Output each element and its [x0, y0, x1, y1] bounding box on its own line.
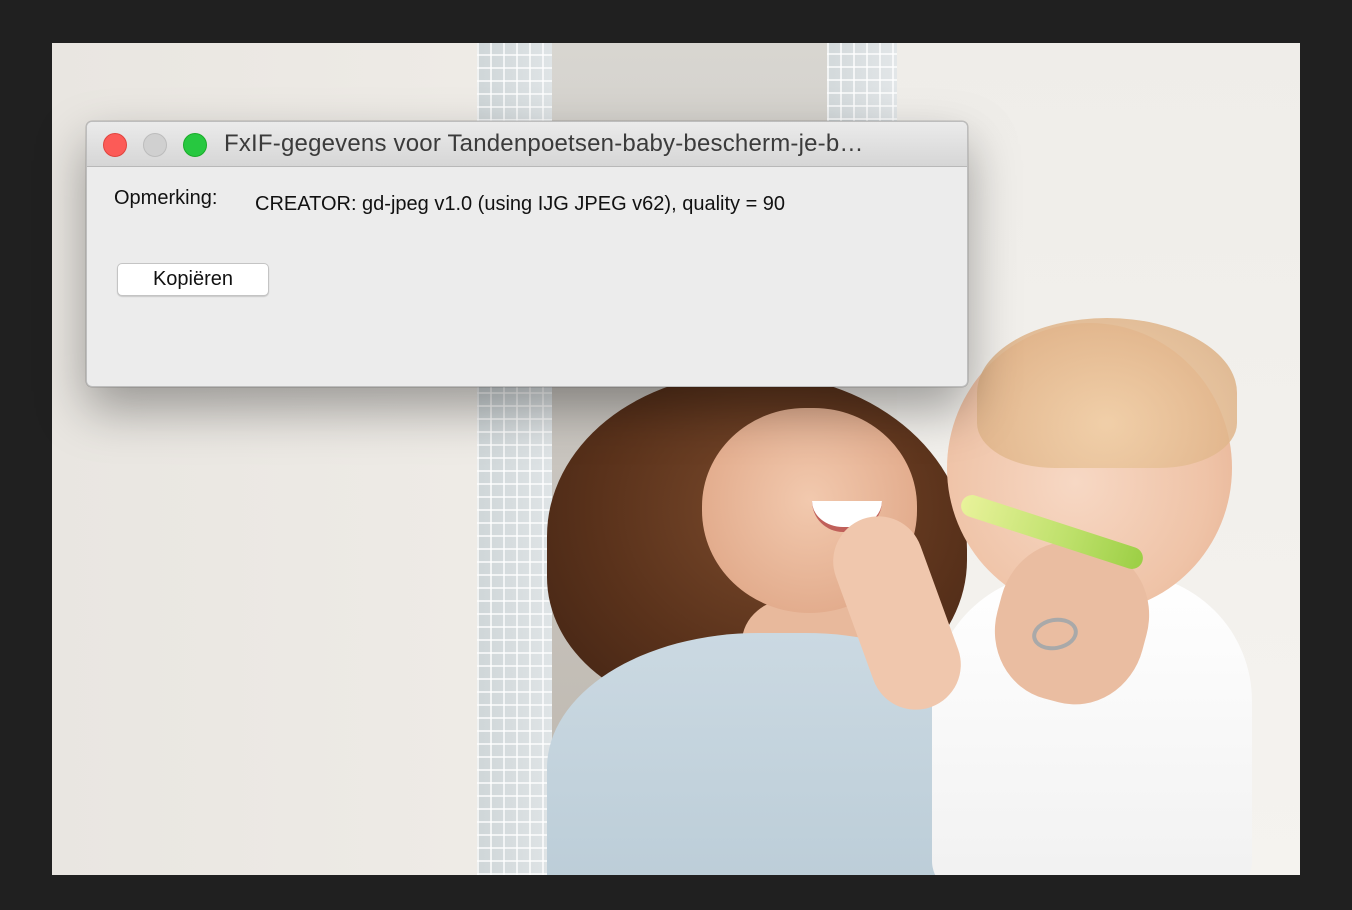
comment-label: Opmerking:: [114, 187, 218, 209]
tile-column-right: [827, 43, 897, 133]
dialog-content: Opmerking: CREATOR: gd-jpeg v1.0 (using …: [87, 167, 967, 386]
zoom-icon[interactable]: [183, 133, 207, 157]
minimize-icon[interactable]: [143, 133, 167, 157]
copy-button[interactable]: Kopiëren: [117, 263, 269, 296]
comment-value: CREATOR: gd-jpeg v1.0 (using IJG JPEG v6…: [255, 193, 786, 215]
window-titlebar[interactable]: FxIF-gegevens voor Tandenpoetsen-baby-be…: [87, 122, 967, 167]
baby-hair: [977, 318, 1237, 468]
desktop-backdrop: FxIF-gegevens voor Tandenpoetsen-baby-be…: [0, 0, 1352, 910]
exif-dialog: FxIF-gegevens voor Tandenpoetsen-baby-be…: [86, 121, 968, 387]
close-icon[interactable]: [103, 133, 127, 157]
window-title: FxIF-gegevens voor Tandenpoetsen-baby-be…: [224, 130, 864, 157]
